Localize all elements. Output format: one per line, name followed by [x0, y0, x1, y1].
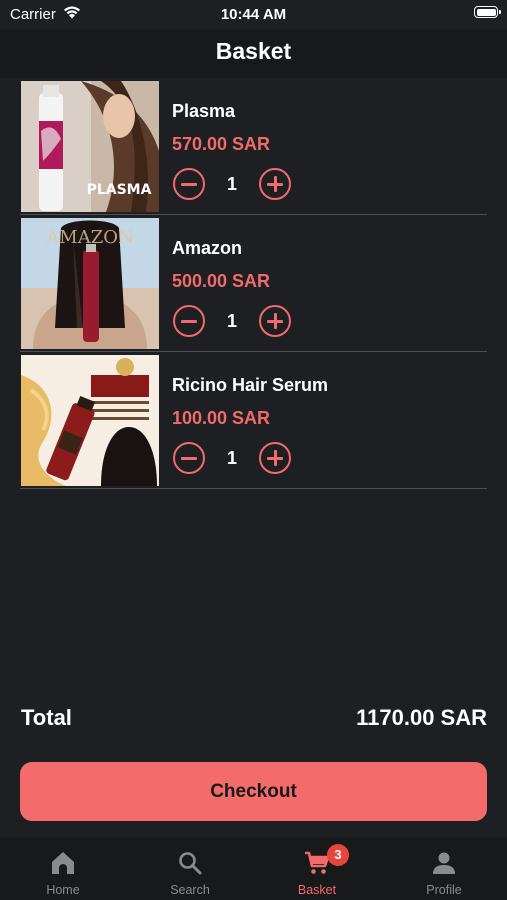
product-price: 570.00 SAR [172, 134, 271, 154]
product-image[interactable] [21, 355, 159, 486]
page-title: Basket [215, 38, 292, 64]
total-label: Total [21, 705, 72, 730]
tab-profile[interactable]: Profile [381, 838, 507, 900]
basket-item: AMAZON Amazon 500.00 SAR 1 [20, 215, 487, 352]
tab-label: Profile [426, 883, 462, 897]
product-image[interactable]: PLASMA [21, 81, 159, 212]
quantity-value: 1 [226, 311, 237, 331]
increase-quantity-button[interactable] [259, 168, 291, 200]
basket-item: Ricino Hair Serum 100.00 SAR 1 [20, 352, 487, 489]
tab-search[interactable]: Search [127, 838, 253, 900]
decrease-quantity-button[interactable] [173, 168, 205, 200]
product-name[interactable]: Ricino Hair Serum [172, 375, 328, 396]
total-amount: 1170.00 SAR [356, 705, 487, 730]
tab-label: Home [46, 883, 80, 897]
decrease-quantity-button[interactable] [173, 305, 205, 337]
quantity-stepper: 1 [173, 168, 293, 200]
tab-basket[interactable]: 3 Basket [254, 838, 380, 900]
tab-label: Search [170, 883, 210, 897]
quantity-stepper: 1 [173, 305, 293, 337]
increase-quantity-button[interactable] [259, 442, 291, 474]
quantity-value: 1 [226, 448, 237, 468]
product-image-text: PLASMA [87, 182, 152, 198]
product-image-text: AMAZON [45, 227, 133, 248]
battery-icon [474, 6, 501, 18]
cart-count-badge: 3 [327, 844, 349, 866]
decrease-quantity-button[interactable] [173, 442, 205, 474]
home-icon [50, 850, 76, 876]
product-name[interactable]: Amazon [172, 238, 242, 259]
quantity-stepper: 1 [173, 442, 293, 474]
clock: 10:44 AM [220, 6, 287, 23]
search-icon [177, 850, 203, 876]
status-bar: Carrier 10:44 AM [0, 0, 507, 30]
checkout-button[interactable]: Checkout [20, 762, 487, 821]
basket-item: PLASMA Plasma 570.00 SAR 1 [20, 78, 487, 215]
basket-list: PLASMA Plasma 570.00 SAR 1 AMAZON Amazon [20, 78, 487, 489]
increase-quantity-button[interactable] [259, 305, 291, 337]
product-price: 100.00 SAR [172, 408, 271, 428]
tab-label: Basket [297, 883, 337, 897]
tab-bar: Home Search 3 Basket Profile [0, 838, 507, 900]
quantity-value: 1 [226, 174, 237, 194]
navigation-bar: Basket [0, 30, 507, 78]
product-name[interactable]: Plasma [172, 101, 235, 122]
person-icon [431, 850, 457, 876]
tab-home[interactable]: Home [0, 838, 126, 900]
product-price: 500.00 SAR [172, 271, 271, 291]
product-image[interactable]: AMAZON [21, 218, 159, 349]
